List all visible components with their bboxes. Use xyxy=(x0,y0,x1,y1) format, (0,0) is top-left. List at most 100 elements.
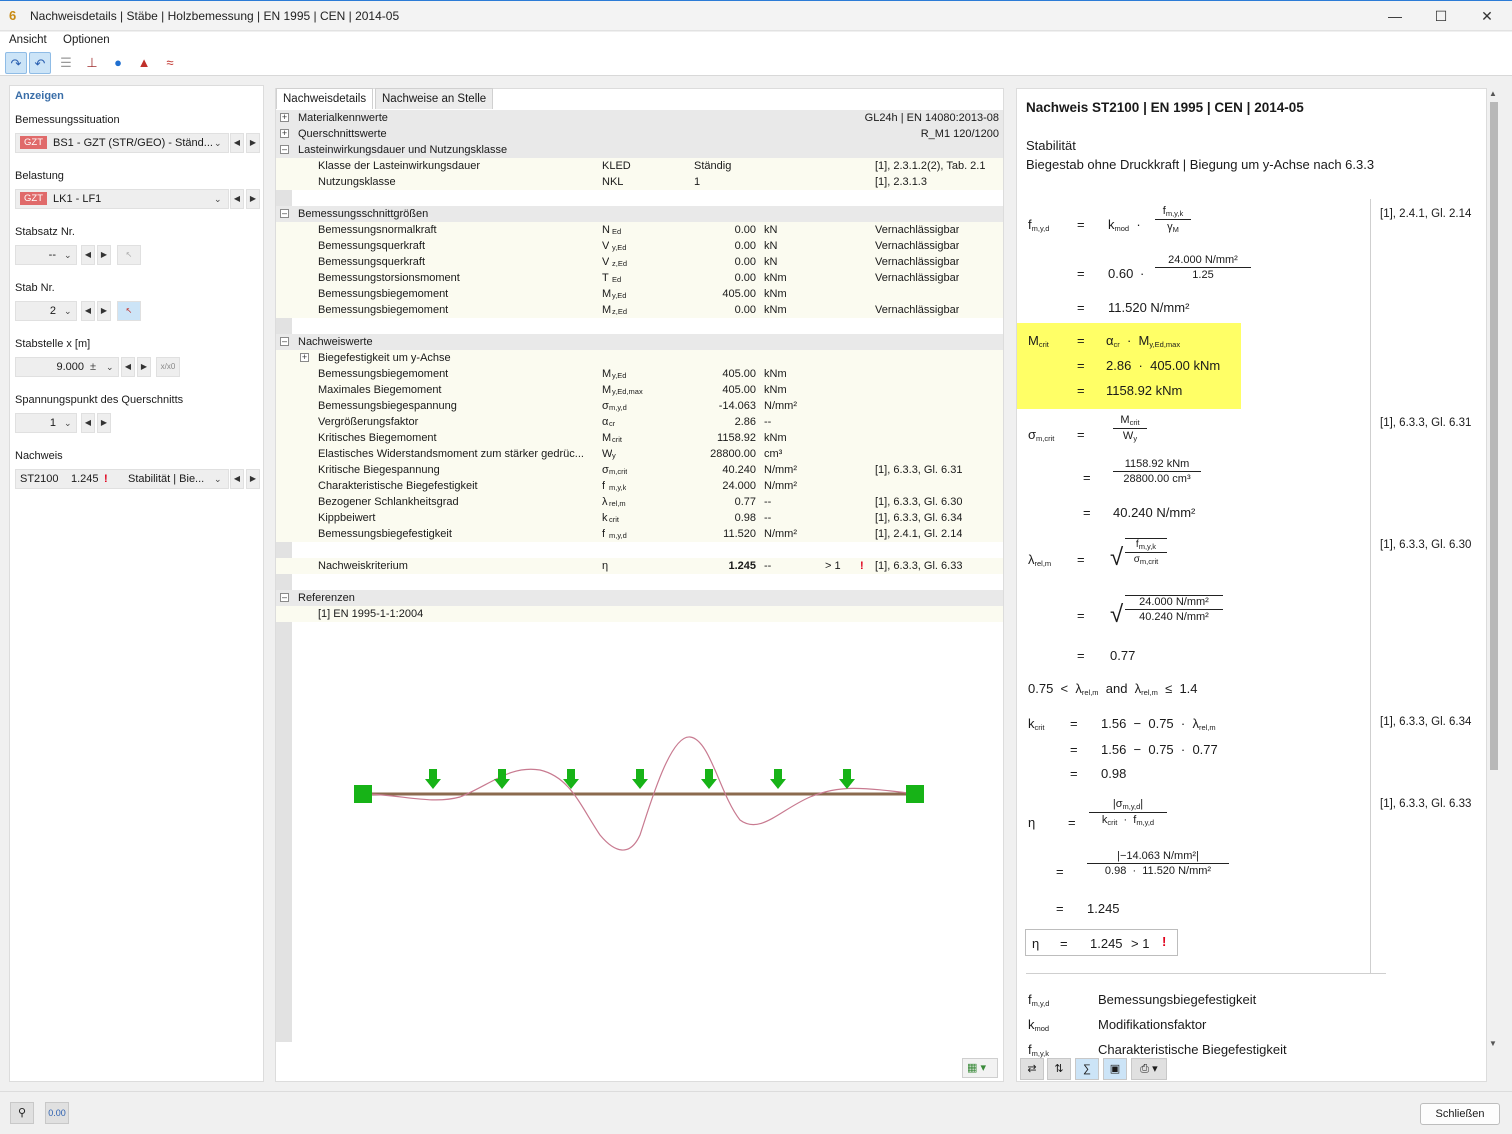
collapse-icon[interactable]: – xyxy=(280,593,289,602)
search-icon[interactable]: ⚲ xyxy=(10,1102,34,1124)
legend-symbol: kmod xyxy=(1028,1017,1050,1033)
close-button[interactable]: Schließen xyxy=(1420,1103,1500,1125)
support-icon[interactable]: ⊥ xyxy=(81,52,103,74)
warning-icon: ! xyxy=(1162,934,1167,949)
menu-optionen[interactable]: Optionen xyxy=(63,34,110,46)
collapse-icon[interactable]: – xyxy=(280,337,289,346)
stabsatz-select[interactable]: -- ⌄ xyxy=(15,245,77,265)
scroll-up-icon[interactable]: ▲ xyxy=(1489,89,1497,98)
tree-group-materialkennwerte[interactable]: + Materialkennwerte GL24h | EN 14080:201… xyxy=(276,110,1003,126)
tree-group-referenzen[interactable]: – Referenzen xyxy=(276,590,1003,606)
stabstelle-label: Stabstelle x [m] xyxy=(15,338,91,350)
export-icon[interactable]: ▦ ▾ xyxy=(962,1058,998,1078)
decimal-icon[interactable]: 0.00 xyxy=(45,1102,69,1124)
stabstelle-select[interactable]: 9.000 ± ⌄ xyxy=(15,357,119,377)
tree-subgroup-biegefestigkeit[interactable]: + Biegefestigkeit um y-Achse xyxy=(276,350,1003,366)
stab-select[interactable]: 2 ⌄ xyxy=(15,301,77,321)
tree-row[interactable]: Charakteristische Biegefestigkeit f m,y,k 2… xyxy=(276,478,1003,494)
belastung-select[interactable]: GZT LK1 - LF1 ⌄ xyxy=(15,189,229,209)
tree-row[interactable]: Bemessungsnormalkraft N Ed 0.00 kN Vernachläs… xyxy=(276,222,1003,238)
tree-row[interactable]: Bemessungsquerkraft Vz,Ed 0.00 kN Vernachläs… xyxy=(276,254,1003,270)
tree-row[interactable]: Bemessungstorsionsmoment T Ed 0.00 kNm Vernac… xyxy=(276,270,1003,286)
close-window-button[interactable]: ✕ xyxy=(1464,1,1510,31)
load-arrow-icon xyxy=(632,769,648,789)
maximize-button[interactable]: ☐ xyxy=(1418,1,1464,31)
sort-icon[interactable]: ⇅ xyxy=(1047,1058,1071,1080)
scroll-thumb[interactable] xyxy=(1490,102,1498,770)
preview-icon[interactable]: ▣ xyxy=(1103,1058,1127,1080)
support-left-icon xyxy=(354,785,372,803)
select-tool-icon[interactable]: ↷ xyxy=(5,52,27,74)
collapse-icon[interactable]: – xyxy=(280,209,289,218)
select-member-icon[interactable]: ↶ xyxy=(29,52,51,74)
prev-arrow-icon[interactable]: ◀ xyxy=(121,357,135,377)
tree-group-lasteinwirkungsdauer[interactable]: – Lasteinwirkungsdauer und Nutzungsklass… xyxy=(276,142,1003,158)
belastung-value: LK1 - LF1 xyxy=(53,193,102,205)
tree-row[interactable]: Bemessungsquerkraft Vy,Ed 0.00 kN Vernachläs… xyxy=(276,238,1003,254)
legend-divider xyxy=(1026,973,1386,974)
gzt-badge: GZT xyxy=(20,136,47,149)
prev-arrow-icon[interactable]: ◀ xyxy=(81,301,95,321)
tree-row[interactable]: Bemessungsbiegemoment My,Ed 405.00 kNm xyxy=(276,366,1003,382)
tree-row[interactable]: Bemessungsbiegespannung σ m,y,d -14.063 N/mm… xyxy=(276,398,1003,414)
next-arrow-icon[interactable]: ▶ xyxy=(137,357,151,377)
spannungspunkt-select[interactable]: 1 ⌄ xyxy=(15,413,77,433)
tab-nachweisdetails[interactable]: Nachweisdetails xyxy=(276,88,374,109)
print-icon[interactable]: ⎙ ▾ xyxy=(1131,1058,1167,1080)
bemessungssituation-select[interactable]: GZT BS1 - GZT (STR/GEO) - Ständ... ⌄ xyxy=(15,133,229,153)
prev-arrow-icon[interactable]: ◀ xyxy=(230,189,244,209)
next-arrow-icon[interactable]: ▶ xyxy=(97,413,111,433)
tree-row[interactable]: Maximales Biegemoment My,Ed,max 405.00 kNm xyxy=(276,382,1003,398)
load-arrow-icon xyxy=(701,769,717,789)
nachweis-select[interactable]: ST2100 1.245 ! Stabilität | Bie... ⌄ xyxy=(15,469,229,489)
info-load-icon[interactable]: ▲ xyxy=(133,52,155,74)
tree-row-nachweiskriterium[interactable]: Nachweiskriterium η 1.245 -- > 1 ! [1], … xyxy=(276,558,1003,574)
row-symbol: KLED xyxy=(602,160,631,172)
tab-nachweise-an-stelle[interactable]: Nachweise an Stelle xyxy=(375,88,494,109)
menu-bar: Ansicht Optionen xyxy=(0,32,1512,50)
row-value: 40.240 xyxy=(722,464,756,476)
menu-ansicht[interactable]: Ansicht xyxy=(9,34,47,46)
tree-row[interactable]: Bemessungsbiegemoment My,Ed 405.00 kNm xyxy=(276,286,1003,302)
next-arrow-icon[interactable]: ▶ xyxy=(246,469,260,489)
next-arrow-icon[interactable]: ▶ xyxy=(97,301,111,321)
tree-row[interactable]: Nutzungsklasse NKL 1 [1], 2.3.1.3 xyxy=(276,174,1003,190)
pick-member-icon[interactable]: ↖ xyxy=(117,301,141,321)
expand-icon[interactable]: + xyxy=(280,129,289,138)
prev-arrow-icon[interactable]: ◀ xyxy=(81,413,95,433)
prev-arrow-icon[interactable]: ◀ xyxy=(230,469,244,489)
tree-row[interactable]: Elastisches Widerstandsmoment zum stärke… xyxy=(276,446,1003,462)
next-arrow-icon[interactable]: ▶ xyxy=(246,133,260,153)
tree-group-querschnittswerte[interactable]: + Querschnittswerte R_M1 120/1200 xyxy=(276,126,1003,142)
tree-row[interactable]: Bemessungsbiegefestigkeit f m,y,d 11.520 N/m… xyxy=(276,526,1003,542)
tree-group-bemessungsschnittgroessen[interactable]: – Bemessungsschnittgrößen xyxy=(276,206,1003,222)
tree-row[interactable]: Kippbeiwert k crit 0.98 -- [1], 6.3.3, Gl. 6.… xyxy=(276,510,1003,526)
report-scrollbar[interactable]: ▲ ▼ xyxy=(1487,88,1500,1051)
expand-icon[interactable]: + xyxy=(300,353,309,362)
tree-row[interactable]: Bezogener Schlankheitsgrad λ rel,m 0.77 -- [1… xyxy=(276,494,1003,510)
tree-row[interactable]: Vergrößerungsfaktor α cr 2.86 -- xyxy=(276,414,1003,430)
tree-row[interactable]: Klasse der Lasteinwirkungsdauer KLED Ständ… xyxy=(276,158,1003,174)
tree-row[interactable]: Kritisches Biegemoment Mcrit 1158.92 kNm xyxy=(276,430,1003,446)
tree-row[interactable]: Kritische Biegespannung σ m,crit 40.240 N/mm… xyxy=(276,462,1003,478)
list-icon[interactable]: ☰ xyxy=(55,52,77,74)
formula-icon[interactable]: ∑ xyxy=(1075,1058,1099,1080)
relative-position-button[interactable]: x/x0 xyxy=(156,357,180,377)
prev-arrow-icon[interactable]: ◀ xyxy=(230,133,244,153)
expand-icon[interactable]: + xyxy=(280,113,289,122)
minimize-button[interactable]: — xyxy=(1372,1,1418,31)
collapse-icon[interactable]: – xyxy=(280,145,289,154)
tree-row[interactable]: Bemessungsbiegemoment Mz,Ed 0.00 kNm Vernach… xyxy=(276,302,1003,318)
prev-arrow-icon[interactable]: ◀ xyxy=(81,245,95,265)
scroll-down-icon[interactable]: ▼ xyxy=(1489,1039,1497,1048)
swap-icon[interactable]: ⇄ xyxy=(1020,1058,1044,1080)
next-arrow-icon[interactable]: ▶ xyxy=(97,245,111,265)
deformation-icon[interactable]: ≈ xyxy=(159,52,181,74)
pick-member-icon[interactable]: ↖ xyxy=(117,245,141,265)
chevron-down-icon: ⌄ xyxy=(64,306,72,316)
next-arrow-icon[interactable]: ▶ xyxy=(246,189,260,209)
row-unit: kNm xyxy=(764,288,787,300)
row-name: Bemessungsbiegemoment xyxy=(318,368,449,380)
info-color-icon[interactable]: ● xyxy=(107,52,129,74)
tree-group-nachweiswerte[interactable]: – Nachweiswerte xyxy=(276,334,1003,350)
